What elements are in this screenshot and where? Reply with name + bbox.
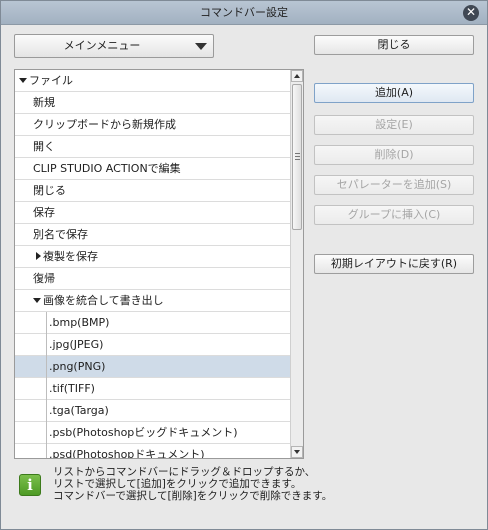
tree-item[interactable]: 保存 [15, 202, 291, 224]
tree-item-label: .jpg(JPEG) [49, 338, 104, 351]
help-line: リストで選択して[追加]をクリックで追加できます。 [53, 478, 302, 490]
insert-group-button[interactable]: グループに挿入(C) [314, 205, 474, 225]
tree-item-label: .psd(Photoshopドキュメント) [49, 448, 205, 459]
tree-item[interactable]: 開く [15, 136, 291, 158]
tree-guide-line [46, 334, 47, 356]
scroll-down-icon[interactable] [291, 446, 303, 458]
title-bar[interactable]: コマンドバー設定 ✕ [1, 1, 487, 25]
tree-item[interactable]: 閉じる [15, 180, 291, 202]
tree-guide-line [46, 444, 47, 458]
menu-select-dropdown[interactable]: メインメニュー [14, 34, 214, 58]
tree-item-label: 別名で保存 [33, 228, 88, 241]
settings-button[interactable]: 設定(E) [314, 115, 474, 135]
tree-folder[interactable]: 画像を統合して書き出し [15, 290, 291, 312]
tree-item-label: ファイル [29, 74, 73, 87]
reset-layout-button[interactable]: 初期レイアウトに戻す(R) [314, 254, 474, 274]
expand-triangle-icon[interactable] [33, 298, 41, 303]
tree-guide-line [46, 422, 47, 444]
tree-item-label: 新規 [33, 96, 55, 109]
close-button[interactable]: 閉じる [314, 35, 474, 55]
tree-guide-line [46, 400, 47, 422]
grip-icon [295, 153, 300, 162]
tree-item-label: 画像を統合して書き出し [43, 294, 164, 307]
tree-guide-line [46, 312, 47, 334]
tree-item-label: 複製を保存 [43, 250, 98, 263]
tree-item[interactable]: クリップボードから新規作成 [15, 114, 291, 136]
tree-item[interactable]: .jpg(JPEG) [15, 334, 291, 356]
chevron-down-icon [195, 43, 207, 50]
dropdown-value: メインメニュー [63, 39, 141, 52]
tree-folder[interactable]: 複製を保存 [15, 246, 291, 268]
expand-triangle-icon[interactable] [19, 78, 27, 83]
tree-item[interactable]: .psd(Photoshopドキュメント) [15, 444, 291, 459]
tree-item-label: 閉じる [33, 184, 66, 197]
tree-item-label: クリップボードから新規作成 [33, 118, 176, 131]
tree-item[interactable]: .bmp(BMP) [15, 312, 291, 334]
tree-rows: ファイル新規クリップボードから新規作成 開く CLIP STUDIO ACTIONで… [15, 70, 291, 459]
scroll-thumb[interactable] [292, 84, 302, 230]
dialog-title: コマンドバー設定 [200, 6, 288, 19]
add-separator-button[interactable]: セパレーターを追加(S) [314, 175, 474, 195]
tree-folder[interactable]: ファイル [15, 70, 291, 92]
tree-item[interactable]: CLIP STUDIO ACTIONで編集 [15, 158, 291, 180]
tree-item-label: .png(PNG) [49, 360, 106, 373]
tree-item-label: .tif(TIFF) [49, 382, 95, 395]
tree-item[interactable]: .psb(Photoshopビッグドキュメント) [15, 422, 291, 444]
help-line: リストからコマンドバーにドラッグ＆ドロップするか、 [53, 466, 316, 478]
tree-item-label: 復帰 [33, 272, 55, 285]
tree-item-label: 開く [33, 140, 55, 153]
vertical-scrollbar[interactable] [290, 70, 303, 458]
tree-item[interactable]: .tga(Targa) [15, 400, 291, 422]
tree-item[interactable]: 新規 [15, 92, 291, 114]
tree-item[interactable]: 別名で保存 [15, 224, 291, 246]
add-button[interactable]: 追加(A) [314, 83, 474, 103]
tree-item-label: .psb(Photoshopビッグドキュメント) [49, 426, 238, 439]
help-line: コマンドバーで選択して[削除]をクリックで削除できます。 [53, 490, 333, 502]
info-icon: i [19, 474, 41, 496]
command-tree-list[interactable]: ファイル新規クリップボードから新規作成 開く CLIP STUDIO ACTIONで… [14, 69, 304, 459]
tree-item-label: .tga(Targa) [49, 404, 109, 417]
tree-item[interactable]: 復帰 [15, 268, 291, 290]
tree-item-label: .bmp(BMP) [49, 316, 110, 329]
tree-item-label: CLIP STUDIO ACTIONで編集 [33, 162, 181, 175]
command-bar-settings-dialog: コマンドバー設定 ✕ メインメニュー 閉じる 追加(A) 設定(E) 削除(D)… [0, 0, 488, 530]
help-text: リストからコマンドバーにドラッグ＆ドロップするか、 リストで選択して[追加]をク… [53, 466, 473, 502]
delete-button[interactable]: 削除(D) [314, 145, 474, 165]
scroll-up-icon[interactable] [291, 70, 303, 82]
close-icon[interactable]: ✕ [463, 5, 479, 21]
collapse-triangle-icon[interactable] [36, 252, 41, 260]
tree-guide-line [46, 356, 47, 378]
tree-item[interactable]: .png(PNG) [15, 356, 291, 378]
tree-item-label: 保存 [33, 206, 55, 219]
tree-item[interactable]: .tif(TIFF) [15, 378, 291, 400]
tree-guide-line [46, 378, 47, 400]
